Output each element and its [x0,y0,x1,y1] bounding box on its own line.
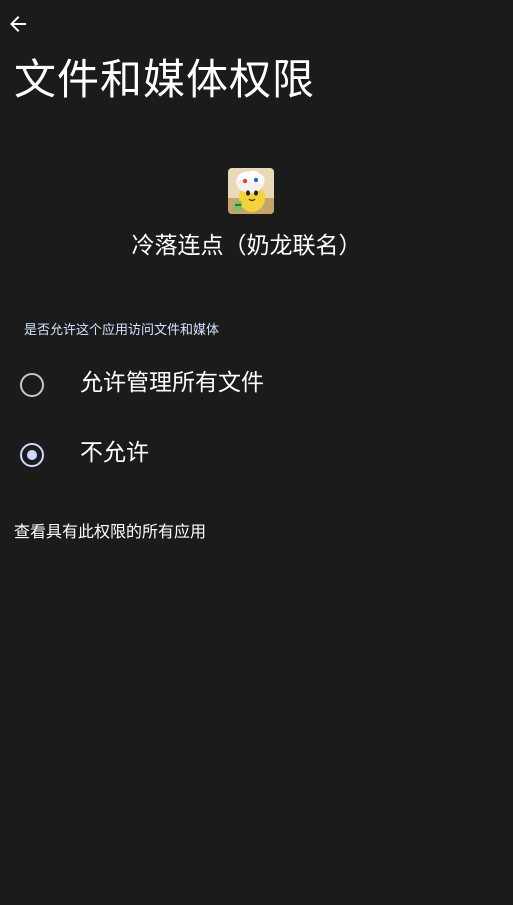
radio-checked-icon[interactable] [20,443,44,467]
permission-question: 是否允许这个应用访问文件和媒体 [24,323,220,338]
app-icon [228,168,274,214]
option-label: 允许管理所有文件 [80,370,264,396]
permission-screen: 文件和媒体权限 冷落连点（奶龙联名） 是否允许这个应用访问文件和媒体 允许管理所… [0,0,513,905]
back-button[interactable] [4,10,32,38]
view-all-apps-link[interactable]: 查看具有此权限的所有应用 [14,521,206,543]
page-title: 文件和媒体权限 [14,55,316,104]
radio-unchecked-icon[interactable] [20,373,44,397]
option-deny[interactable]: 不允许 [0,421,513,489]
option-allow-all-files[interactable]: 允许管理所有文件 [0,351,513,419]
app-name: 冷落连点（奶龙联名） [131,233,362,259]
option-label: 不允许 [80,440,149,466]
arrow-back-icon [10,16,26,32]
